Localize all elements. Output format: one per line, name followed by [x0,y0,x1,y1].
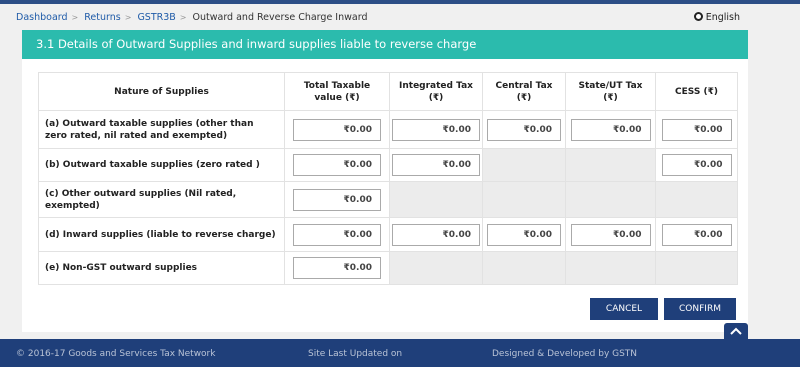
footer-designed-by: Designed & Developed by GSTN [492,349,638,359]
breadcrumb-bar: Dashboard > Returns > GSTR3B > Outward and Rev… [0,4,800,29]
breadcrumb-dashboard[interactable]: Dashboard [16,12,68,23]
row-label: (b) Outward taxable supplies (zero rated… [38,148,285,182]
total-taxable-input[interactable]: ₹0.00 [293,154,381,176]
header-integrated-tax: Integrated Tax (₹) [389,72,483,111]
scroll-to-top-button[interactable] [724,323,748,339]
disabled-cell [389,251,483,285]
supplies-table: Nature of Supplies Total Taxable value (… [38,72,738,285]
total-taxable-input[interactable]: ₹0.00 [293,223,381,246]
cess-input[interactable]: ₹0.00 [661,223,732,246]
table-row: (d) Inward supplies (liable to reverse c… [38,217,738,252]
breadcrumb-current: Outward and Reverse Charge Inward [192,12,368,23]
table-row: (a) Outward taxable supplies (other than… [38,110,738,149]
breadcrumb-returns[interactable]: Returns [84,12,120,23]
row-label: (a) Outward taxable supplies (other than… [38,110,285,149]
header-nature: Nature of Supplies [38,72,285,111]
integrated-tax-input[interactable]: ₹0.00 [392,223,480,246]
total-taxable-input[interactable]: ₹0.00 [293,188,381,211]
breadcrumb-separator: > [71,13,79,22]
chevron-up-icon [730,327,742,335]
breadcrumb-gstr3b[interactable]: GSTR3B [137,12,175,23]
supplies-panel: 3.1 Details of Outward Supplies and inwa… [22,30,748,332]
row-label: (e) Non-GST outward supplies [38,251,285,285]
footer: © 2016-17 Goods and Services Tax Network… [0,339,800,367]
footer-last-updated: Site Last Updated on [308,349,403,359]
central-tax-input[interactable]: ₹0.00 [487,118,561,141]
table-row: (c) Other outward supplies (Nil rated, e… [38,181,738,218]
state-ut-tax-input[interactable]: ₹0.00 [570,118,651,141]
disabled-cell [565,251,656,285]
total-taxable-input[interactable]: ₹0.00 [293,118,381,141]
total-taxable-input[interactable]: ₹0.00 [293,257,381,279]
disabled-cell [482,148,566,182]
language-label: English [705,12,740,23]
disabled-cell [389,181,483,218]
language-selector[interactable]: English [693,12,740,23]
header-total-taxable: Total Taxable value (₹) [284,72,390,111]
table-header-row: Nature of Supplies Total Taxable value (… [38,72,738,111]
section-title: 3.1 Details of Outward Supplies and inwa… [22,30,748,59]
table-row: (b) Outward taxable supplies (zero rated… [38,148,738,182]
globe-icon [693,12,703,21]
state-ut-tax-input[interactable]: ₹0.00 [570,223,651,246]
integrated-tax-input[interactable]: ₹0.00 [392,154,480,176]
breadcrumb: Dashboard > Returns > GSTR3B > Outward and Rev… [16,12,368,23]
disabled-cell [482,181,566,218]
header-central-tax: Central Tax (₹) [482,72,566,111]
cess-input[interactable]: ₹0.00 [661,118,732,141]
row-label: (d) Inward supplies (liable to reverse c… [38,217,285,252]
integrated-tax-input[interactable]: ₹0.00 [392,118,480,141]
disabled-cell [565,181,656,218]
breadcrumb-separator: > [179,13,187,22]
footer-copyright: © 2016-17 Goods and Services Tax Network [16,349,216,359]
disabled-cell [655,181,738,218]
disabled-cell [565,148,656,182]
header-state-ut-tax: State/UT Tax (₹) [565,72,656,111]
cancel-button[interactable]: CANCEL [590,298,658,320]
central-tax-input[interactable]: ₹0.00 [487,223,561,246]
confirm-button[interactable]: CONFIRM [664,298,736,320]
row-label: (c) Other outward supplies (Nil rated, e… [38,181,285,218]
disabled-cell [655,251,738,285]
table-row: (e) Non-GST outward supplies ₹0.00 [38,251,738,285]
disabled-cell [482,251,566,285]
breadcrumb-separator: > [124,13,132,22]
cess-input[interactable]: ₹0.00 [661,154,732,176]
header-cess: CESS (₹) [655,72,738,111]
